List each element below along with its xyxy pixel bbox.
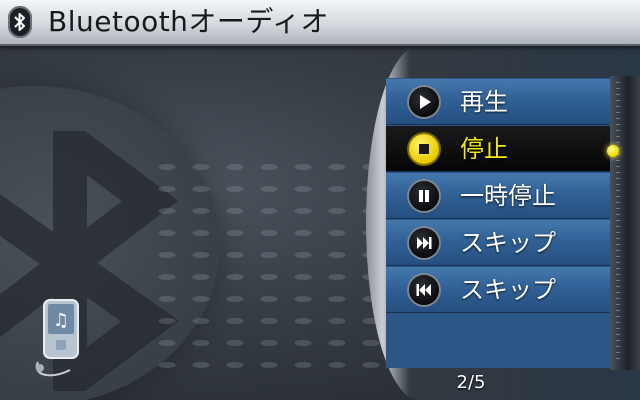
menu-item-play[interactable]: 再生	[386, 79, 610, 125]
menu-item-label: 再生	[460, 88, 508, 116]
menu-item-label: 停止	[460, 135, 508, 163]
pause-icon	[409, 181, 439, 211]
stop-icon	[409, 134, 439, 164]
skip-back-icon	[409, 275, 439, 305]
menu-item-label: 一時停止	[460, 182, 556, 210]
menu-item-pause[interactable]: 一時停止	[386, 173, 610, 219]
scrollbar[interactable]	[610, 76, 640, 370]
skip-forward-icon	[409, 228, 439, 258]
page-title: Bluetoothオーディオ	[48, 5, 329, 38]
scrollbar-thumb[interactable]	[607, 145, 619, 157]
menu-item-skip-forward[interactable]: スキップ	[386, 220, 610, 266]
audio-player-icon: ♫	[35, 299, 79, 377]
menu-item-label: スキップ	[460, 276, 556, 304]
menu-item-stop[interactable]: 停止	[386, 126, 610, 172]
title-bar: Bluetoothオーディオ	[0, 0, 640, 46]
menu-item-label: スキップ	[460, 229, 556, 257]
svg-text:♫: ♫	[53, 310, 69, 331]
playback-menu: 再生 停止 一時停止 スキップ スキップ 2/5	[366, 46, 640, 400]
page-indicator: 2/5	[456, 372, 486, 393]
bluetooth-icon	[8, 6, 32, 38]
menu-item-skip-back[interactable]: スキップ	[386, 267, 610, 313]
play-icon	[409, 87, 439, 117]
scrollbar-ticks	[616, 82, 620, 362]
